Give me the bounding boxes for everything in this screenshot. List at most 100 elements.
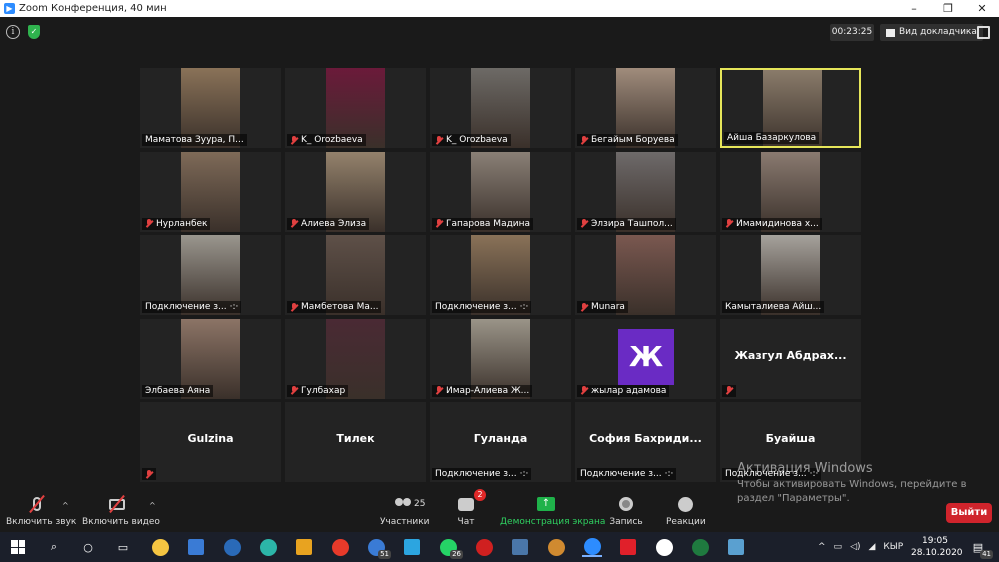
fullscreen-icon[interactable]	[977, 26, 990, 39]
participant-tile[interactable]: Камыталиева Айш...	[720, 235, 861, 315]
start-button[interactable]	[8, 537, 28, 557]
participant-tile[interactable]: K_ Orozbaeva	[430, 68, 571, 148]
participant-tile[interactable]: Гуланда Подключение з... ·:·	[430, 402, 571, 482]
participants-label: Участники	[380, 517, 430, 527]
store-icon[interactable]	[186, 537, 206, 557]
task-view-icon[interactable]: ▭	[113, 537, 133, 557]
info-icon[interactable]: i	[6, 25, 20, 39]
record-app-icon[interactable]	[474, 537, 494, 557]
participant-display-name: Жазгул Абдрах...	[734, 348, 847, 362]
participant-name: Подключение з...	[435, 302, 517, 312]
view-grid-icon	[886, 28, 895, 37]
edge-icon[interactable]	[258, 537, 278, 557]
participant-tile[interactable]: Гапарова Мадина	[430, 151, 571, 232]
participant-tile[interactable]: Элбаева Аяна	[140, 318, 281, 399]
mic-muted-icon	[290, 302, 298, 312]
windows-logo-icon	[11, 540, 25, 554]
participants-button[interactable]: 25 Участники	[380, 487, 430, 532]
taskbar-app-glyph	[655, 538, 673, 556]
participant-name-label: Подключение з... ·:·	[577, 468, 677, 480]
speaker-view-button[interactable]: Вид докладчика	[880, 24, 983, 41]
telegram-icon[interactable]	[402, 537, 422, 557]
record-icon	[619, 497, 633, 511]
mic-muted-icon	[435, 135, 443, 145]
tray-overflow-icon[interactable]: ^	[818, 542, 826, 552]
participant-tile[interactable]: Мамбетова Ма...	[285, 235, 426, 315]
participant-name-label: Мамбетова Ма...	[287, 301, 382, 313]
participant-tile[interactable]: София Бахриди... Подключение з... ·:·	[575, 402, 716, 482]
taskbar-clock[interactable]: 19:05 28.10.2020	[911, 535, 963, 559]
audio-options-caret-icon[interactable]: ^	[62, 501, 69, 510]
participant-tile[interactable]: K_ Orozbaeva	[285, 68, 426, 148]
app-icon[interactable]	[222, 537, 242, 557]
participant-tile[interactable]: Жжылар адамова	[575, 318, 716, 399]
start-video-button[interactable]: Включить видео	[82, 487, 160, 532]
participant-tile[interactable]: Gulzina	[140, 402, 281, 482]
speaker-view-label: Вид докладчика	[899, 27, 977, 37]
participant-tile[interactable]: Гулбахар	[285, 318, 426, 399]
participant-name: Мамбетова Ма...	[301, 302, 379, 312]
participant-tile[interactable]: Munara	[575, 235, 716, 315]
browser-icon[interactable]	[546, 537, 566, 557]
participant-tile[interactable]: Жазгул Абдрах...	[720, 318, 861, 399]
participant-tile[interactable]: Маматова Зуура, П...	[140, 68, 281, 148]
participant-name-label	[142, 468, 156, 480]
window-title: Zoom Конференция, 40 мин	[19, 3, 167, 14]
battery-icon[interactable]: ▭	[834, 542, 843, 552]
unmute-button[interactable]: Включить звук	[6, 487, 76, 532]
excel-icon[interactable]	[690, 537, 710, 557]
share-screen-label: Демонстрация экрана	[500, 517, 606, 527]
record-button[interactable]: Запись	[608, 487, 644, 532]
zoom-icon[interactable]	[582, 537, 602, 557]
participant-tile[interactable]: Подключение з... ·:·	[430, 235, 571, 315]
participant-name: Имар-Алиева Ж...	[446, 385, 530, 396]
vk-icon[interactable]	[510, 537, 530, 557]
cortana-icon[interactable]: ○	[78, 537, 98, 557]
share-screen-button[interactable]: ↑ Демонстрация экрана	[500, 487, 606, 532]
paint-icon[interactable]	[726, 537, 746, 557]
participant-tile[interactable]: Алиева Элиза	[285, 151, 426, 232]
opera-icon[interactable]	[618, 537, 638, 557]
security-shield-icon[interactable]: ✓	[28, 25, 40, 39]
minimize-button[interactable]: –	[897, 2, 931, 15]
chat-button[interactable]: 2 Чат	[452, 487, 486, 532]
participant-name-label: жылар адамова	[577, 384, 670, 397]
participant-display-name: Гуланда	[473, 432, 528, 445]
mic-muted-icon	[725, 219, 733, 228]
whatsapp-icon[interactable]: 26	[438, 537, 463, 559]
participant-tile[interactable]: Подключение з... ·:·	[140, 235, 281, 315]
restore-button[interactable]: ❐	[931, 2, 965, 15]
taskbar-app-glyph	[331, 538, 349, 556]
participant-tile[interactable]: Бегайым Боруева	[575, 68, 716, 148]
notifications-icon[interactable]: ▤ 41	[968, 537, 993, 559]
language-indicator[interactable]: КЫР	[883, 542, 903, 552]
participant-tile[interactable]: Тилек	[285, 402, 426, 482]
yandex-icon[interactable]	[330, 537, 350, 557]
leave-meeting-button[interactable]: Выйти	[946, 503, 992, 523]
participant-tile[interactable]: Имамидинова х...	[720, 151, 861, 232]
participant-name-label: Гулбахар	[287, 384, 349, 397]
search-icon[interactable]: ⌕	[44, 537, 64, 557]
chrome-icon[interactable]	[294, 537, 314, 557]
network-icon[interactable]: ◢	[869, 542, 876, 552]
participant-tile[interactable]: Нурланбек	[140, 151, 281, 232]
reactions-button[interactable]: Реакции	[666, 487, 706, 532]
activation-title: Активация Windows	[737, 461, 873, 476]
mail-icon[interactable]: 51	[366, 537, 391, 559]
mic-muted-icon	[145, 469, 153, 479]
participant-name-label: K_ Orozbaeva	[287, 134, 366, 146]
yandex-browser-icon[interactable]	[654, 537, 674, 557]
participant-name: Нурланбек	[156, 218, 208, 229]
participant-tile[interactable]: Имар-Алиева Ж...	[430, 318, 571, 399]
participant-tile[interactable]: Элзира Ташпол...	[575, 151, 716, 232]
participant-name-label: Элбаева Аяна	[142, 384, 214, 397]
chat-icon	[458, 497, 474, 511]
volume-icon[interactable]: ◁)	[850, 542, 860, 552]
participant-name: жылар адамова	[591, 385, 667, 396]
start-video-label: Включить видео	[82, 517, 160, 527]
close-button[interactable]: ✕	[965, 2, 999, 15]
file-explorer-icon[interactable]	[150, 537, 170, 557]
participant-name-label: Маматова Зуура, П...	[142, 134, 247, 146]
video-options-caret-icon[interactable]: ^	[149, 501, 156, 510]
participant-tile[interactable]: Айша Базаркулова	[720, 68, 861, 148]
